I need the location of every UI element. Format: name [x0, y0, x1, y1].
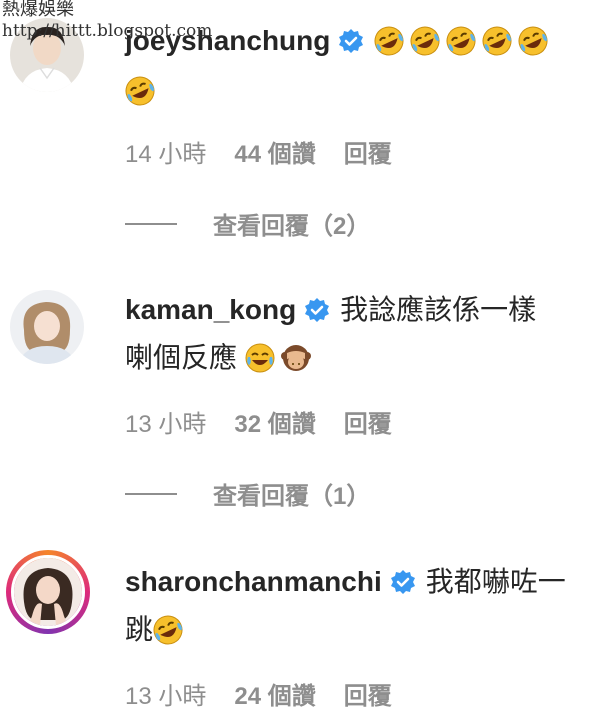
comment-text: 我都嚇咗一 [425, 566, 566, 597]
watermark-title: 熱爆娛樂 [2, 0, 74, 20]
comment-meta: 13 小時 32 個讚 回覆 [125, 404, 392, 439]
comment-time[interactable]: 13 小時 [125, 404, 206, 439]
comment-item: sharonchanmanchi 我都嚇咗一跳 13 小時 24 個讚 回覆 [0, 540, 608, 721]
comment-meta: 13 小時 24 個讚 回覆 [125, 676, 392, 711]
view-replies-label: 查看回覆（1） [213, 483, 371, 510]
view-replies-button[interactable]: 查看回覆（2） [125, 206, 370, 241]
rolling-on-floor-laughing-icon [125, 75, 155, 119]
view-replies-button[interactable]: 查看回覆（1） [125, 476, 370, 511]
reply-button[interactable]: 回覆 [344, 404, 392, 439]
comment-body: kaman_kong 我諗應該係一樣喇個反應 [125, 288, 588, 386]
username[interactable]: kaman_kong [125, 294, 296, 325]
verified-badge-icon [390, 564, 416, 608]
rolling-on-floor-laughing-icon [482, 25, 512, 69]
face-with-tears-of-joy-icon [245, 342, 275, 386]
comment-time[interactable]: 14 小時 [125, 134, 206, 169]
avatar[interactable] [11, 555, 85, 629]
like-count[interactable]: 24 個讚 [234, 676, 315, 711]
comment-time[interactable]: 13 小時 [125, 676, 206, 711]
like-count[interactable]: 32 個讚 [234, 404, 315, 439]
watermark: 熱爆娛樂 http://hittt.blogspot.com [2, 0, 212, 41]
watermark-url: http://hittt.blogspot.com [2, 20, 213, 41]
rolling-on-floor-laughing-icon [518, 25, 548, 69]
comment-text: 跳 [125, 614, 154, 645]
reply-button[interactable]: 回覆 [344, 676, 392, 711]
see-no-evil-monkey-icon [280, 342, 311, 386]
username[interactable]: sharonchanmanchi [125, 566, 382, 597]
rolling-on-floor-laughing-icon [153, 614, 183, 658]
like-count[interactable]: 44 個讚 [234, 134, 315, 169]
comment-text: 我諗應該係一樣 [340, 294, 537, 325]
rolling-on-floor-laughing-icon [446, 25, 476, 69]
verified-badge-icon [338, 23, 364, 67]
verified-badge-icon [304, 292, 330, 336]
comment-meta: 14 小時 44 個讚 回覆 [125, 134, 392, 169]
view-replies-label: 查看回覆（2） [213, 213, 371, 240]
rolling-on-floor-laughing-icon [374, 25, 404, 69]
rolling-on-floor-laughing-icon [410, 25, 440, 69]
divider-line [125, 492, 177, 495]
comment-body: sharonchanmanchi 我都嚇咗一跳 [125, 560, 588, 658]
comment-item: kaman_kong 我諗應該係一樣喇個反應 13 小時 32 個讚 回覆 查看回… [0, 270, 608, 520]
avatar[interactable] [10, 290, 84, 364]
divider-line [125, 222, 177, 225]
comment-text: 喇個反應 [125, 342, 238, 373]
reply-button[interactable]: 回覆 [344, 134, 392, 169]
